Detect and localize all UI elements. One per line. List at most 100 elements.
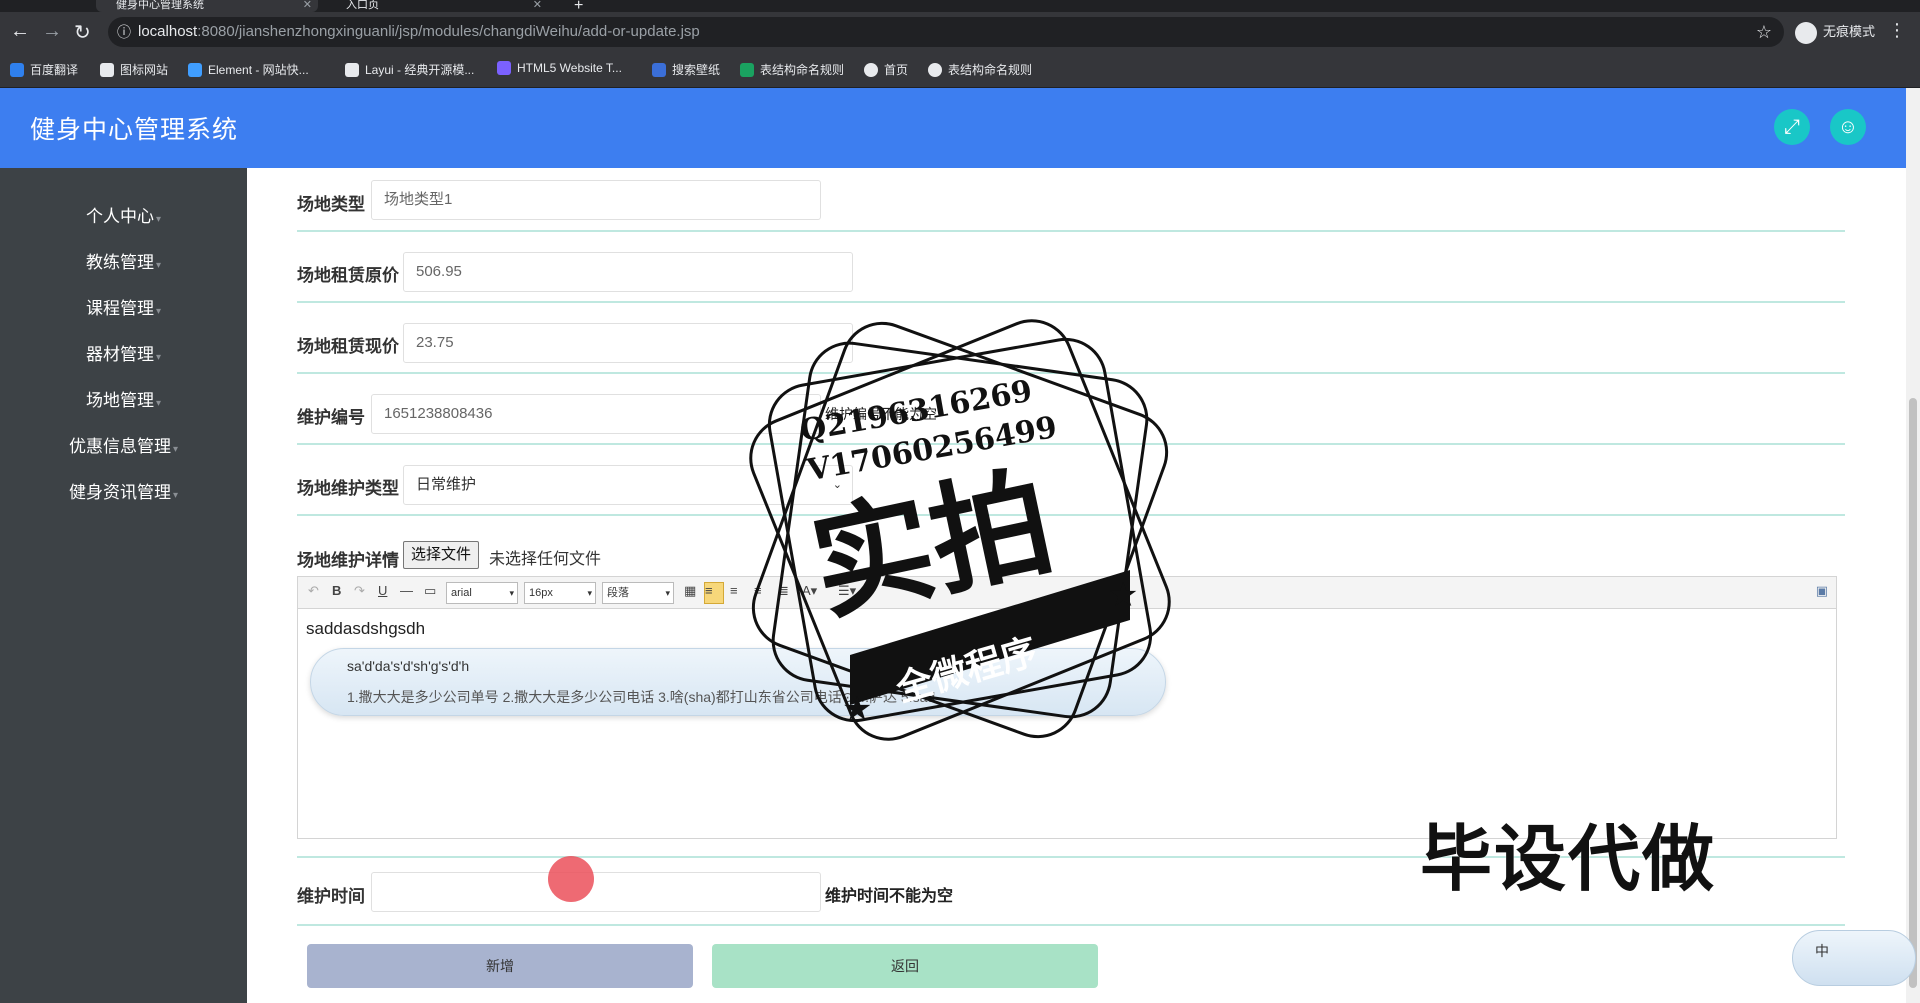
bookmark-item[interactable]: 表结构命名规则 — [740, 61, 844, 78]
layui-icon — [345, 63, 359, 77]
forward-icon[interactable]: → — [42, 20, 62, 43]
font-size-select[interactable]: 16px ▾ — [524, 582, 596, 604]
original-price-label: 场地租赁原价 — [297, 266, 399, 285]
bookmark-label: 表结构命名规则 — [948, 63, 1033, 77]
current-price-input[interactable]: 23.75 — [403, 323, 853, 363]
globe-icon — [928, 63, 942, 77]
html5-icon — [497, 61, 511, 75]
bookmark-star-icon[interactable]: ☆ — [1756, 17, 1772, 47]
chevron-down-icon: ▾ — [587, 588, 592, 598]
editor-toolbar: ↶ B ↷ U — ▭ arial ▾ 16px ▾ 段落 ▾ ▦ ≡ ≡ ≡ ≣ A… — [298, 577, 1836, 609]
back-icon[interactable]: ← — [10, 20, 30, 43]
bookmark-item[interactable]: 表结构命名规则 — [928, 61, 1032, 78]
site-info-icon[interactable]: ⓘ — [117, 17, 131, 47]
browser-menu-icon[interactable]: ⋮ — [1888, 20, 1906, 41]
bookmark-label: 首页 — [884, 63, 909, 77]
maintenance-detail-label: 场地维护详情 — [297, 551, 399, 570]
align-right-icon[interactable]: ≡ — [754, 583, 762, 598]
sidebar-item-label: 优惠信息管理 — [68, 437, 171, 456]
original-price-input[interactable]: 506.95 — [403, 252, 853, 292]
choose-file-button[interactable]: 选择文件 — [403, 541, 480, 569]
close-tab-icon[interactable]: ✕ — [533, 0, 542, 11]
bookmark-label: Element - 网站快... — [208, 63, 309, 77]
incognito-icon — [1795, 21, 1817, 44]
bold-icon[interactable]: B — [332, 583, 341, 598]
sheet-icon — [740, 63, 754, 77]
fullscreen-editor-icon[interactable]: ▣ — [1816, 583, 1828, 599]
bookmark-item[interactable]: 图标网站 — [100, 61, 168, 78]
browser-tab[interactable]: 入口页 ✕ — [326, 0, 548, 12]
fullscreen-icon[interactable]: ⤢ — [1774, 109, 1810, 145]
maintenance-type-select[interactable]: 日常维护 ⌄ — [403, 465, 853, 505]
font-color-icon[interactable]: A▾ — [802, 583, 817, 599]
editor-content[interactable]: saddasdshgsdh — [306, 619, 425, 639]
form-row-original-price: 场地租赁原价 506.95 — [297, 232, 1845, 303]
font-size-value: 16px — [529, 587, 553, 599]
chevron-down-icon: ▾ — [155, 306, 162, 317]
maintenance-no-input[interactable]: 1651238808436 — [371, 394, 821, 434]
table-icon[interactable]: ▦ — [684, 583, 696, 599]
sidebar-item-label: 课程管理 — [85, 299, 154, 318]
maintenance-type-value: 日常维护 — [416, 476, 477, 493]
ime-status-widget[interactable]: 中 — [1792, 930, 1916, 986]
paragraph-select[interactable]: 段落 ▾ — [602, 582, 674, 604]
ime-pinyin: sa'd'da's'd'sh'g's'd'h — [347, 658, 470, 674]
hr-icon[interactable]: — — [400, 583, 413, 598]
sidebar-item-equipment[interactable]: 器材管理 ▾ — [0, 340, 247, 365]
bookmark-item[interactable]: 百度翻译 — [10, 61, 78, 78]
align-center-icon[interactable]: ≡ — [730, 583, 738, 598]
bookmark-item[interactable]: 首页 — [864, 61, 908, 78]
font-family-value: arial — [451, 587, 472, 599]
ime-candidates[interactable]: 1.撒大大是多少公司单号 2.撒大大是多少公司电话 3.啥(sha)都打山东省公… — [347, 687, 935, 707]
underline-icon[interactable]: U — [378, 583, 387, 598]
app-title: 健身中心管理系统 — [30, 116, 239, 144]
bookmarks-bar: 百度翻译 图标网站 Element - 网站快... Layui - 经典开源模… — [0, 52, 1920, 88]
bookmark-item[interactable]: HTML5 Website T... — [497, 61, 622, 75]
bookmark-label: 图标网站 — [120, 63, 169, 77]
maintenance-time-input[interactable] — [371, 872, 821, 912]
maintenance-time-label: 维护时间 — [297, 887, 365, 906]
bookmark-label: Layui - 经典开源模... — [365, 63, 475, 77]
back-button[interactable]: 返回 — [712, 944, 1098, 988]
list-icon[interactable]: ☰▾ — [838, 583, 856, 599]
justify-icon[interactable]: ≣ — [778, 583, 789, 599]
sidebar-item-news[interactable]: 健身资讯管理 ▾ — [0, 478, 247, 503]
align-left-icon[interactable]: ≡ — [704, 582, 724, 604]
address-bar[interactable]: ⓘ localhost:8080/jianshenzhongxinguanli/… — [108, 17, 1784, 47]
redo-icon[interactable]: ↷ — [354, 583, 365, 599]
sidebar-item-venue[interactable]: 场地管理 ▾ — [0, 386, 247, 411]
chevron-down-icon: ▾ — [155, 398, 162, 409]
wallpaper-icon — [652, 63, 666, 77]
venue-type-input[interactable]: 场地类型1 — [371, 180, 821, 220]
profile-button[interactable]: 无痕模式 — [1795, 19, 1875, 45]
sidebar-item-coach[interactable]: 教练管理 ▾ — [0, 248, 247, 273]
chevron-down-icon: ▾ — [155, 214, 162, 225]
bookmark-item[interactable]: Element - 网站快... — [188, 61, 309, 78]
browser-toolbar: ← → ↻ ⓘ localhost:8080/jianshenzhongxing… — [0, 12, 1920, 52]
undo-icon[interactable]: ↶ — [308, 583, 319, 599]
bookmark-label: 百度翻译 — [30, 63, 79, 77]
maintenance-time-error: 维护时间不能为空 — [825, 888, 954, 905]
chevron-down-icon: ▾ — [155, 352, 162, 363]
page-icon[interactable]: ▭ — [424, 583, 436, 599]
reload-icon[interactable]: ↻ — [74, 20, 91, 45]
sidebar-item-personal-center[interactable]: 个人中心 ▾ — [0, 202, 247, 227]
browser-tab-active[interactable]: 健身中心管理系统 ✕ — [96, 0, 318, 12]
font-family-select[interactable]: arial ▾ — [446, 582, 518, 604]
maintenance-no-label: 维护编号 — [297, 408, 365, 427]
sidebar-item-course[interactable]: 课程管理 ▾ — [0, 294, 247, 319]
bookmark-item[interactable]: 搜索壁纸 — [652, 61, 720, 78]
page-scrollbar[interactable] — [1906, 88, 1920, 1003]
tab-title: 入口页 — [346, 0, 379, 11]
user-icon[interactable]: ☺ — [1830, 109, 1866, 145]
sidebar-item-label: 个人中心 — [85, 207, 154, 226]
flag-icon — [100, 63, 114, 77]
add-button[interactable]: 新增 — [307, 944, 693, 988]
bookmark-item[interactable]: Layui - 经典开源模... — [345, 61, 474, 78]
sidebar-item-discount[interactable]: 优惠信息管理 ▾ — [0, 432, 247, 457]
scrollbar-thumb[interactable] — [1909, 398, 1917, 988]
ime-candidate-popup: sa'd'da's'd'sh'g's'd'h 1.撒大大是多少公司单号 2.撒大… — [310, 648, 1166, 716]
bookmark-label: 搜索壁纸 — [672, 63, 721, 77]
translate-icon — [10, 63, 24, 77]
close-tab-icon[interactable]: ✕ — [303, 0, 312, 11]
